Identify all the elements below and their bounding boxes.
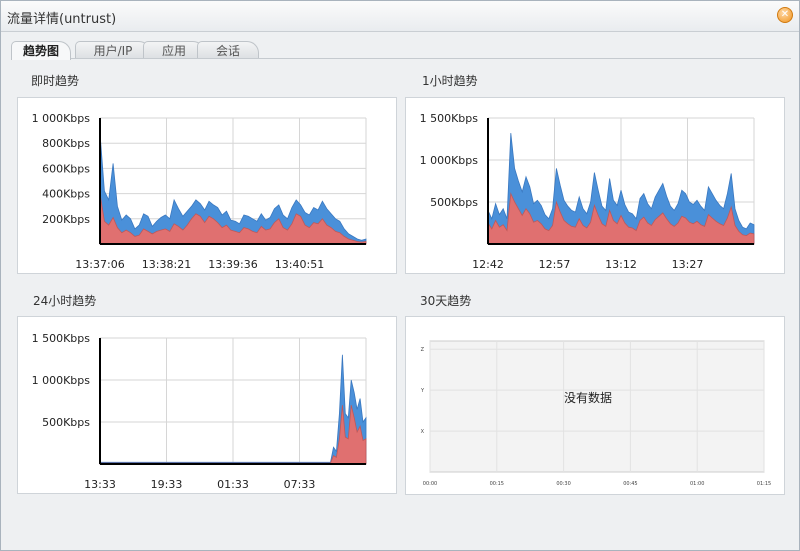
x-tick-label: 01:15 xyxy=(757,481,771,487)
x-tick-label: 13:37:06 xyxy=(75,258,124,271)
plot-area xyxy=(429,340,765,473)
x-tick-label: 13:40:51 xyxy=(275,258,324,271)
window-title: 流量详情(untrust) xyxy=(7,12,117,27)
tab-session[interactable]: 会话 xyxy=(197,41,259,59)
y-tick-label: 400Kbps xyxy=(42,188,90,201)
hour1-trend-title: 1小时趋势 xyxy=(422,74,478,88)
y-tick-label: 1 000Kbps xyxy=(32,112,91,125)
x-tick-label: 13:33 xyxy=(84,478,116,491)
y-tick-label: 1 000Kbps xyxy=(32,374,91,387)
x-tick-label: 00:30 xyxy=(556,481,570,487)
y-tick-label: 200Kbps xyxy=(42,213,90,226)
y-tick-label: 1 500Kbps xyxy=(32,332,91,345)
x-tick-label: 19:33 xyxy=(151,478,183,491)
x-tick-label: 01:00 xyxy=(690,481,704,487)
traffic-detail-window: 流量详情(untrust) ✕ 趋势图 用户/IP 应用 会话 即时趋势 1小时… xyxy=(0,0,800,551)
x-tick-label: 07:33 xyxy=(284,478,316,491)
tab-session-label: 会话 xyxy=(215,44,240,58)
y-tick-label: X xyxy=(421,429,425,435)
x-tick-label: 00:00 xyxy=(423,481,437,487)
realtime-chart: 200Kbps 400Kbps 600Kbps 800Kbps 1 000Kbps 13:… xyxy=(17,97,397,274)
hour24-trend-title: 24小时趋势 xyxy=(33,294,97,308)
x-tick-label: 00:15 xyxy=(490,481,504,487)
close-icon[interactable]: ✕ xyxy=(777,7,793,23)
y-tick-label: 500Kbps xyxy=(42,416,90,429)
window-titlebar[interactable]: 流量详情(untrust) ✕ xyxy=(1,1,799,32)
day30-chart: 00:00 00:15 00:30 00:45 01:00 01:15 X Y Z 没有数据 xyxy=(405,316,785,495)
tab-trend[interactable]: 趋势图 xyxy=(11,41,71,60)
y-tick-label: 1 500Kbps xyxy=(420,112,479,125)
x-tick-label: 13:39:36 xyxy=(208,258,257,271)
y-tick-label: Z xyxy=(421,347,425,353)
y-tick-label: Y xyxy=(420,388,425,394)
hour24-chart: 500Kbps 1 000Kbps 1 500Kbps 13:33 19:33 01:33… xyxy=(17,316,397,494)
y-tick-label: 600Kbps xyxy=(42,162,90,175)
hour1-chart: 500Kbps 1 000Kbps 1 500Kbps 12:42 12:57 13:12… xyxy=(405,97,785,274)
realtime-chart-svg: 200Kbps 400Kbps 600Kbps 800Kbps 1 000Kbps 13:… xyxy=(32,112,367,271)
x-tick-label: 13:38:21 xyxy=(142,258,191,271)
tab-application-label: 应用 xyxy=(161,44,186,58)
day30-trend-title: 30天趋势 xyxy=(420,294,472,308)
tab-divider xyxy=(11,58,791,59)
no-data-label: 没有数据 xyxy=(564,391,613,405)
x-tick-label: 00:45 xyxy=(623,481,637,487)
tab-user-ip-label: 用户/IP xyxy=(93,44,133,58)
tab-application[interactable]: 应用 xyxy=(143,41,205,59)
x-tick-label: 12:42 xyxy=(472,258,504,271)
y-tick-label: 500Kbps xyxy=(430,196,478,209)
tab-trend-label: 趋势图 xyxy=(22,44,59,58)
x-tick-label: 13:27 xyxy=(672,258,704,271)
x-tick-label: 12:57 xyxy=(539,258,571,271)
y-tick-label: 1 000Kbps xyxy=(420,154,479,167)
x-tick-label: 13:12 xyxy=(605,258,637,271)
tab-user-ip[interactable]: 用户/IP xyxy=(75,41,151,59)
hour24-chart-svg: 500Kbps 1 000Kbps 1 500Kbps 13:33 19:33 01:33… xyxy=(32,332,367,491)
y-tick-label: 800Kbps xyxy=(42,137,90,150)
hour1-chart-svg: 500Kbps 1 000Kbps 1 500Kbps 12:42 12:57 13:12… xyxy=(420,112,755,271)
realtime-trend-title: 即时趋势 xyxy=(31,74,80,88)
x-tick-label: 01:33 xyxy=(217,478,249,491)
